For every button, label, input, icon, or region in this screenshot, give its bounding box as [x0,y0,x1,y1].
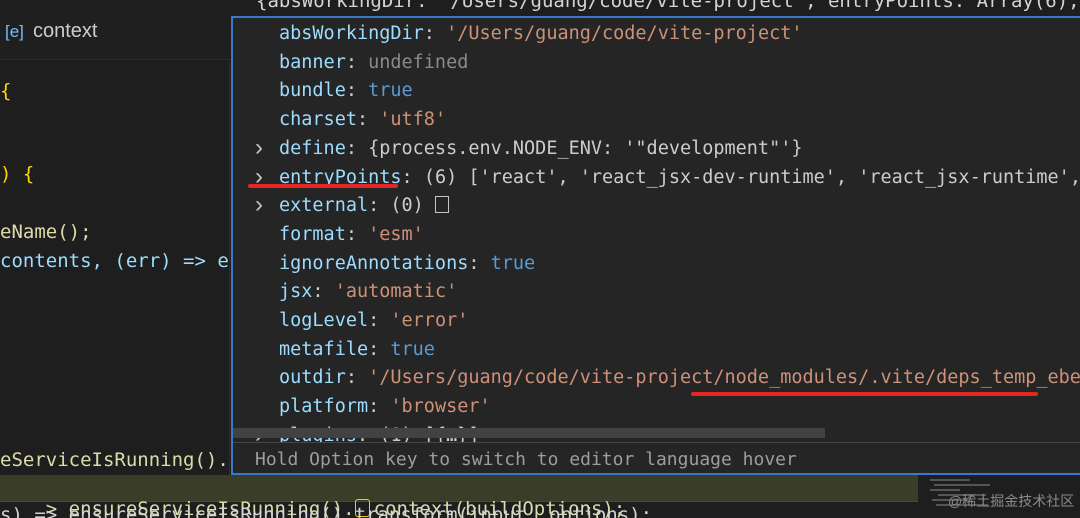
property-value: '/Users/guang/code/vite-project/node_mod… [368,367,1080,389]
property-value: (6) ['react', 'react_jsx-dev-runtime', '… [423,166,1080,188]
property-value: 'browser' [390,396,491,418]
property-key: ignoreAnnotations [279,252,469,274]
chevron-right-icon[interactable]: › [255,191,263,219]
hover-property-row[interactable]: external: (0) [279,195,449,216]
hover-property-row[interactable]: outdir: '/Users/guang/code/vite-project/… [279,367,1080,388]
property-key: format [279,223,346,245]
chevron-right-icon[interactable]: › [255,134,263,162]
property-key: platform [279,396,369,418]
property-value: true [390,338,435,360]
code-line[interactable]: ) { [0,163,34,185]
code-line[interactable]: eServiceIsRunning(). [0,449,229,471]
hover-value-preview: {absWorkingDir: '/Users/guang/code/vite-… [230,0,1080,16]
property-value: {process.env.NODE_ENV: '"development"'} [368,137,803,159]
empty-array-icon [434,196,449,214]
code-line[interactable]: eName(); [0,221,92,243]
hover-property-row[interactable]: bundle: true [279,80,413,101]
hover-property-row[interactable]: banner: undefined [279,52,468,73]
horizontal-scrollbar[interactable] [233,428,825,438]
hover-property-row[interactable]: absWorkingDir: '/Users/guang/code/vite-p… [279,23,803,44]
property-key: absWorkingDir [279,23,424,44]
code-line[interactable]: { [0,80,11,102]
watermark: @稀土掘金技术社区 [948,493,1075,509]
hover-property-row[interactable]: jsx: 'automatic' [279,281,457,302]
hover-property-row[interactable]: platform: 'browser' [279,396,491,417]
property-key: external [279,195,369,217]
hover-property-row[interactable]: metafile: true [279,339,435,360]
hover-property-row[interactable]: format: 'esm' [279,224,424,245]
property-value: '/Users/guang/code/vite-project' [446,23,803,44]
hover-property-row[interactable]: ignoreAnnotations: true [279,253,535,274]
code-line[interactable]: contents, (err) => e [0,250,229,272]
property-value: true [368,80,413,102]
property-key: define [279,137,346,159]
annotation-underline [691,392,1038,396]
editor-left-pane[interactable]: [e] context { ) { eName(); contents, (er… [0,0,230,475]
property-key: banner [279,51,346,73]
property-value: undefined [368,51,469,73]
hover-property-row[interactable]: define: {process.env.NODE_ENV: '"develop… [279,138,803,159]
property-value: true [490,252,536,274]
property-value: 'error' [390,310,469,331]
hover-property-row[interactable]: logLevel: 'error' [279,310,468,331]
hover-status-bar: Hold Option key to switch to editor lang… [233,442,1080,473]
property-value: 'esm' [368,223,424,245]
property-key: outdir [279,367,346,389]
property-key: charset [279,109,357,131]
breadcrumb-label[interactable]: context [33,20,97,43]
debug-hover-widget[interactable]: absWorkingDir: '/Users/guang/code/vite-p… [231,16,1080,475]
property-key: metafile [279,338,369,360]
property-key: logLevel [279,310,369,331]
annotation-underline [248,184,398,188]
property-key: bundle [279,80,346,102]
hover-property-row[interactable]: entryPoints: (6) ['react', 'react_jsx-de… [279,167,1080,188]
property-value: (0) [390,195,435,217]
breadcrumb[interactable]: [e] context [0,0,230,60]
hover-property-row[interactable]: charset: 'utf8' [279,109,446,130]
editor-bottom-pane[interactable]: > ensureServiceIsRunning(). context(build… [0,475,1080,518]
property-value: 'utf8' [379,109,447,131]
symbol-variable-icon: [e] [5,22,24,41]
property-key: jsx [279,281,313,303]
property-value: 'automatic' [334,281,458,303]
code-line[interactable]: s) => ensureServiceIsRunning().transform… [0,504,652,518]
